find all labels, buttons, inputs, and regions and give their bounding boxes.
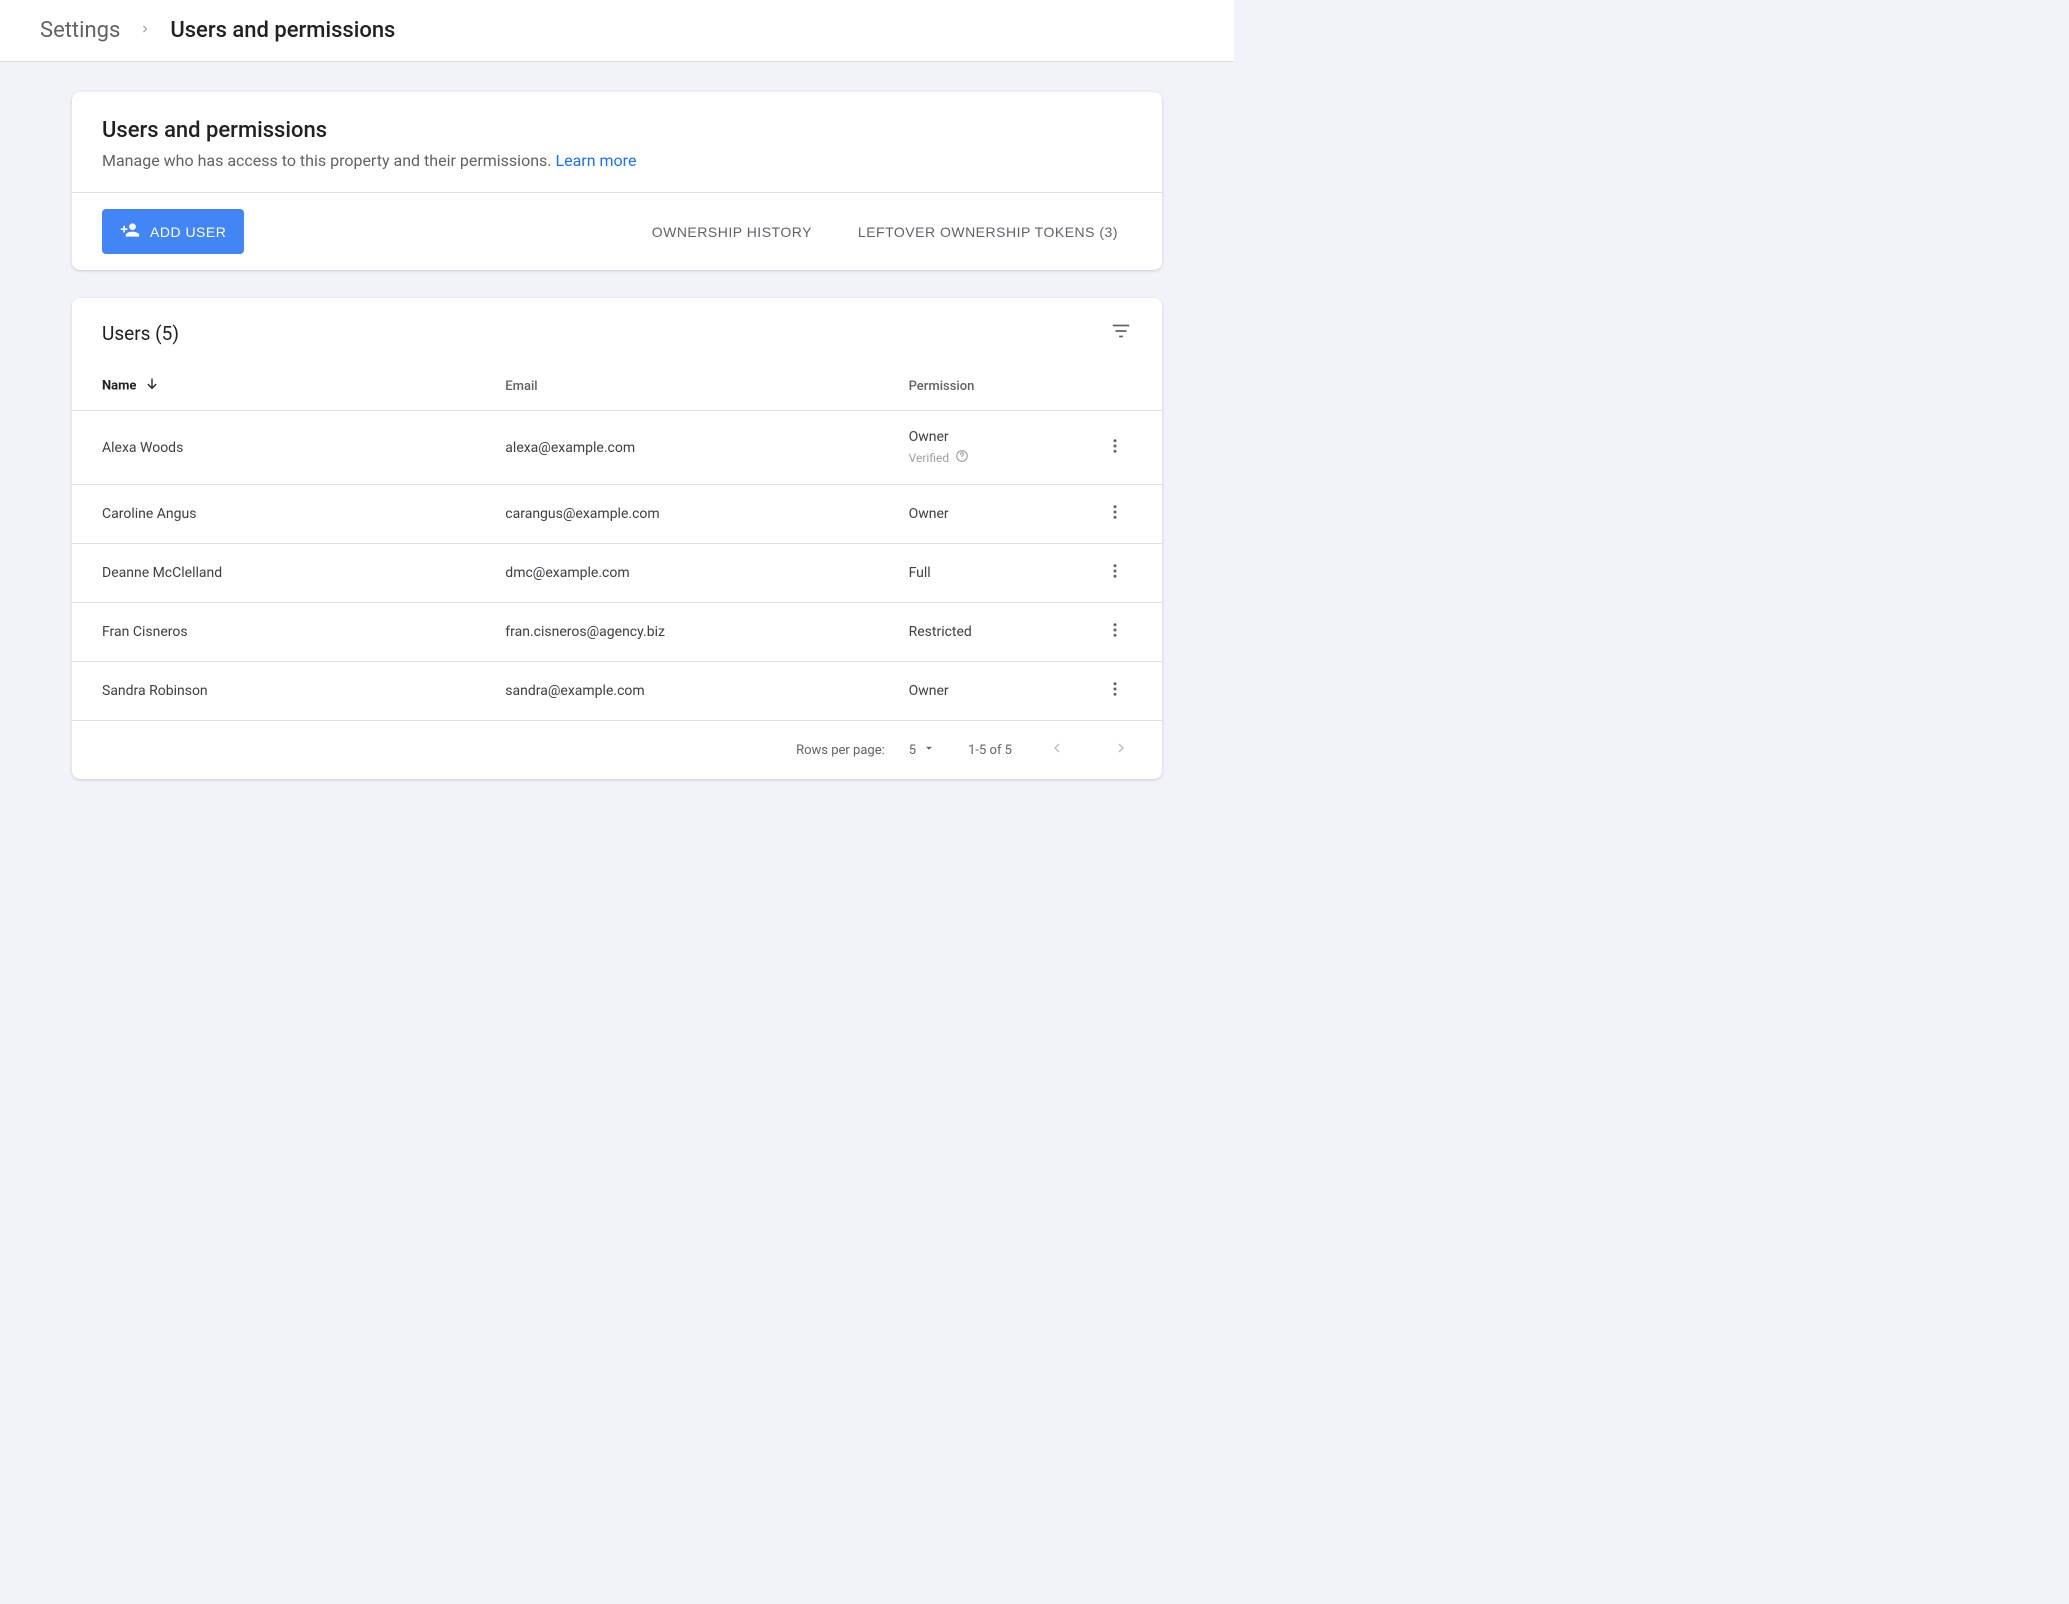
dropdown-arrow-icon [922, 741, 936, 759]
pagination-range: 1-5 of 5 [968, 743, 1012, 758]
cell-name: Alexa Woods [72, 411, 475, 485]
add-user-button[interactable]: ADD USER [102, 209, 244, 254]
column-header-email[interactable]: Email [475, 358, 878, 411]
filter-icon[interactable] [1110, 320, 1132, 346]
paginator: Rows per page: 5 1-5 of 5 [72, 721, 1162, 779]
column-header-permission[interactable]: Permission [879, 358, 1075, 411]
table-row: Alexa Woods alexa@example.com Owner Veri… [72, 411, 1162, 485]
users-table-title: Users (5) [102, 322, 179, 345]
verified-badge: Verified [909, 449, 1045, 466]
panel-subtitle: Manage who has access to this property a… [102, 151, 1132, 170]
more-vert-icon[interactable] [1106, 621, 1124, 643]
person-add-icon [120, 220, 140, 243]
cell-email: carangus@example.com [475, 485, 878, 544]
breadcrumb-parent[interactable]: Settings [40, 18, 120, 43]
cell-permission: Restricted [879, 603, 1075, 662]
table-row: Caroline Angus carangus@example.com Owne… [72, 485, 1162, 544]
next-page-button[interactable] [1108, 735, 1134, 765]
leftover-tokens-button[interactable]: LEFTOVER OWNERSHIP TOKENS (3) [844, 214, 1132, 250]
cell-email: dmc@example.com [475, 544, 878, 603]
cell-permission: Owner Verified [879, 411, 1075, 485]
cell-email: sandra@example.com [475, 662, 878, 721]
cell-permission: Full [879, 544, 1075, 603]
permissions-panel: Users and permissions Manage who has acc… [72, 92, 1162, 270]
arrow-down-icon [144, 376, 160, 396]
more-vert-icon[interactable] [1106, 680, 1124, 702]
rows-per-page-select[interactable]: 5 [909, 741, 936, 759]
users-table-card: Users (5) Name Email Permission [72, 298, 1162, 779]
rows-per-page-label: Rows per page: [796, 743, 885, 758]
table-row: Deanne McClelland dmc@example.com Full [72, 544, 1162, 603]
cell-name: Sandra Robinson [72, 662, 475, 721]
more-vert-icon[interactable] [1106, 503, 1124, 525]
panel-title: Users and permissions [102, 118, 1132, 143]
breadcrumb-bar: Settings Users and permissions [0, 0, 1234, 62]
cell-permission: Owner [879, 485, 1075, 544]
cell-email: fran.cisneros@agency.biz [475, 603, 878, 662]
cell-name: Deanne McClelland [72, 544, 475, 603]
more-vert-icon[interactable] [1106, 562, 1124, 584]
previous-page-button[interactable] [1044, 735, 1070, 765]
cell-name: Fran Cisneros [72, 603, 475, 662]
ownership-history-button[interactable]: OWNERSHIP HISTORY [638, 214, 826, 250]
chevron-right-icon [138, 21, 152, 40]
more-vert-icon[interactable] [1106, 437, 1124, 459]
cell-email: alexa@example.com [475, 411, 878, 485]
learn-more-link[interactable]: Learn more [555, 151, 636, 170]
cell-permission: Owner [879, 662, 1075, 721]
table-row: Fran Cisneros fran.cisneros@agency.biz R… [72, 603, 1162, 662]
table-row: Sandra Robinson sandra@example.com Owner [72, 662, 1162, 721]
cell-name: Caroline Angus [72, 485, 475, 544]
column-header-name[interactable]: Name [72, 358, 475, 411]
users-table: Name Email Permission Alexa Woods alexa@… [72, 358, 1162, 721]
breadcrumb-current: Users and permissions [170, 18, 395, 43]
panel-toolbar: ADD USER OWNERSHIP HISTORY LEFTOVER OWNE… [72, 192, 1162, 270]
help-circle-icon[interactable] [955, 449, 969, 466]
